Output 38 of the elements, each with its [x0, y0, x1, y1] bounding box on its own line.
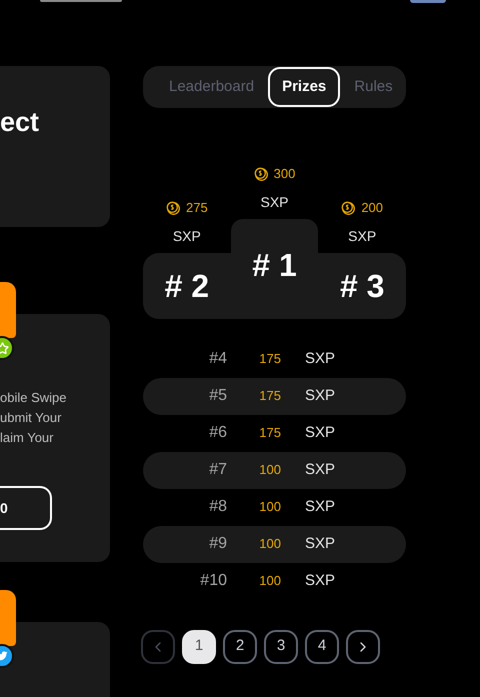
- task-button[interactable]: 0: [0, 486, 52, 530]
- page-button[interactable]: 4: [305, 630, 339, 664]
- card-title: ect: [0, 106, 40, 139]
- page-button[interactable]: 1: [182, 630, 216, 664]
- podium-rank: # 1: [252, 246, 297, 284]
- prize-amount: 175: [258, 350, 281, 368]
- prize-amount: 100: [258, 535, 281, 554]
- prize-amount: 100: [258, 572, 281, 590]
- prize-currency: SXP: [305, 460, 336, 480]
- prize-amount: 200: [361, 199, 384, 217]
- podium-rank: # 3: [340, 266, 384, 306]
- rank-label: #4: [208, 349, 228, 369]
- prize-currency: SXP: [172, 226, 201, 246]
- tab[interactable]: Prizes: [268, 67, 340, 107]
- prize-currency: SXP: [305, 534, 336, 554]
- prize-amount: 100: [258, 461, 281, 480]
- page-button[interactable]: 2: [223, 630, 257, 664]
- prize-amount: 100: [258, 498, 281, 516]
- prize-amount: 275: [186, 199, 208, 217]
- rank-label: #10: [199, 571, 228, 591]
- prize-amount: 175: [258, 424, 281, 442]
- prize-currency: SXP: [260, 192, 289, 212]
- prize-currency: SXP: [305, 348, 336, 369]
- podium-rank: # 2: [164, 266, 210, 306]
- task-description: obile Swipe ubmit Your laim Your: [0, 389, 66, 447]
- page-button[interactable]: 3: [264, 630, 298, 664]
- rank-label: #6: [208, 423, 228, 443]
- rank-label: #5: [208, 386, 228, 406]
- prize-currency: SXP: [305, 386, 336, 406]
- prize-currency: SXP: [305, 496, 336, 517]
- prize-currency: SXP: [305, 422, 336, 443]
- prize-amount: 175: [258, 387, 281, 406]
- rank-label: #9: [208, 534, 228, 554]
- rank-label: #7: [208, 460, 228, 480]
- rank-label: #8: [208, 497, 228, 517]
- prize-amount: 300: [274, 165, 296, 183]
- prize-currency: SXP: [348, 226, 376, 246]
- prize-currency: SXP: [305, 570, 336, 591]
